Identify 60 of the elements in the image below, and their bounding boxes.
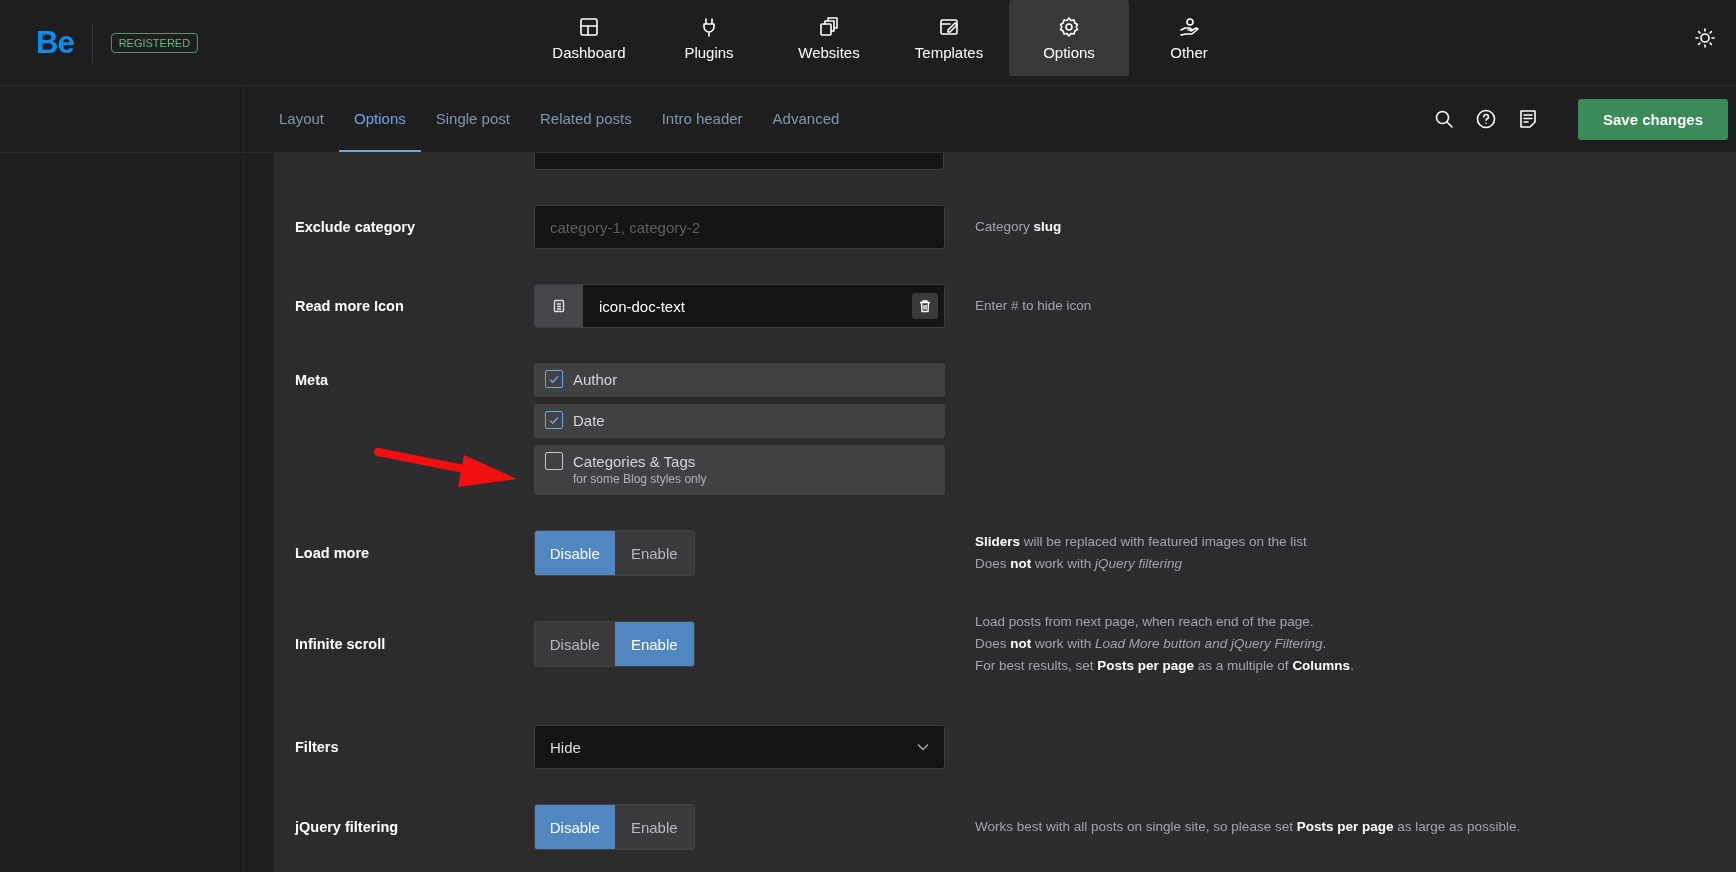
save-changes-button[interactable]: Save changes bbox=[1577, 98, 1728, 140]
help-text: For best results, set Posts per page as a multiple of Columns. bbox=[975, 657, 1355, 675]
icon-field[interactable]: icon-doc-text bbox=[534, 284, 945, 328]
document-icon bbox=[552, 299, 566, 313]
help-text: Does not work with jQuery filtering bbox=[975, 555, 1184, 573]
field-label: Load more bbox=[295, 545, 370, 561]
input-field[interactable]: icon-doc-text bbox=[583, 297, 912, 315]
nav-item[interactable]: Options bbox=[1009, 0, 1129, 76]
toggle-option[interactable]: Enable bbox=[614, 805, 694, 849]
nav-item[interactable]: Templates bbox=[889, 0, 1009, 76]
nav-item[interactable]: Plugins bbox=[649, 0, 769, 76]
checkbox-option[interactable]: Categories & Tags for some Blog styles only bbox=[534, 445, 945, 495]
toggle-option[interactable]: Disable bbox=[535, 805, 615, 849]
toggle-option[interactable]: Enable bbox=[614, 622, 694, 666]
help-text: Sliders will be replaced with featured images on the list bbox=[975, 533, 1308, 551]
help-text: Load posts from next page, when reach end of the page. bbox=[975, 613, 1315, 631]
toggle-option[interactable]: Disable bbox=[535, 531, 615, 575]
hand-person-icon bbox=[1178, 15, 1200, 38]
nav-item[interactable]: Other bbox=[1129, 0, 1249, 76]
toggle-option[interactable]: Enable bbox=[614, 531, 694, 575]
nav-item[interactable]: Websites bbox=[769, 0, 889, 76]
checkbox[interactable] bbox=[545, 411, 563, 429]
field-label: Infinite scroll bbox=[295, 636, 386, 652]
field-label: Exclude category bbox=[295, 219, 416, 235]
help-text: Category slug bbox=[975, 218, 1063, 236]
checkbox[interactable] bbox=[545, 370, 563, 388]
field-label: Filters bbox=[295, 739, 339, 755]
registered-badge: REGISTERED bbox=[110, 32, 199, 53]
toggle-option[interactable]: Disable bbox=[535, 622, 615, 666]
input-field[interactable]: category-1, category-2 bbox=[534, 205, 945, 249]
search-icon[interactable] bbox=[1433, 109, 1454, 129]
field-label: jQuery filtering bbox=[295, 819, 399, 835]
tab[interactable]: Related posts bbox=[524, 86, 647, 152]
checkbox-option[interactable]: Date bbox=[534, 404, 945, 438]
select-field[interactable]: Hide bbox=[534, 725, 945, 769]
trash-icon bbox=[918, 299, 932, 313]
stacked-squares-icon bbox=[818, 15, 840, 38]
field-label: Meta bbox=[295, 372, 329, 388]
notes-icon[interactable] bbox=[1517, 109, 1538, 129]
check-icon bbox=[548, 373, 560, 385]
dashboard-icon bbox=[578, 15, 600, 38]
tab[interactable]: Advanced bbox=[757, 86, 855, 152]
checkbox[interactable] bbox=[545, 452, 563, 470]
nav-item[interactable]: Dashboard bbox=[529, 0, 649, 76]
checkbox-option[interactable]: Author bbox=[534, 363, 945, 397]
settings-icon bbox=[1058, 15, 1080, 38]
input-field[interactable] bbox=[534, 153, 944, 170]
tab[interactable]: Intro header bbox=[646, 86, 758, 152]
logo[interactable]: Be bbox=[36, 24, 74, 61]
tab[interactable]: Layout bbox=[264, 86, 340, 152]
help-icon[interactable] bbox=[1475, 109, 1496, 129]
help-text: Does not work with Load More button and jQuery Filtering. bbox=[975, 635, 1328, 653]
help-text: Enter # to hide icon bbox=[975, 297, 1093, 315]
check-icon bbox=[548, 414, 560, 426]
help-text: Works best with all posts on single site, so please set Posts per page as large as possible. bbox=[975, 818, 1522, 836]
delete-button[interactable] bbox=[912, 293, 938, 319]
chevron-down-icon bbox=[917, 743, 929, 751]
tab[interactable]: Single post bbox=[420, 86, 525, 152]
theme-toggle-icon[interactable] bbox=[1694, 27, 1716, 49]
field-label: Read more Icon bbox=[295, 298, 404, 314]
